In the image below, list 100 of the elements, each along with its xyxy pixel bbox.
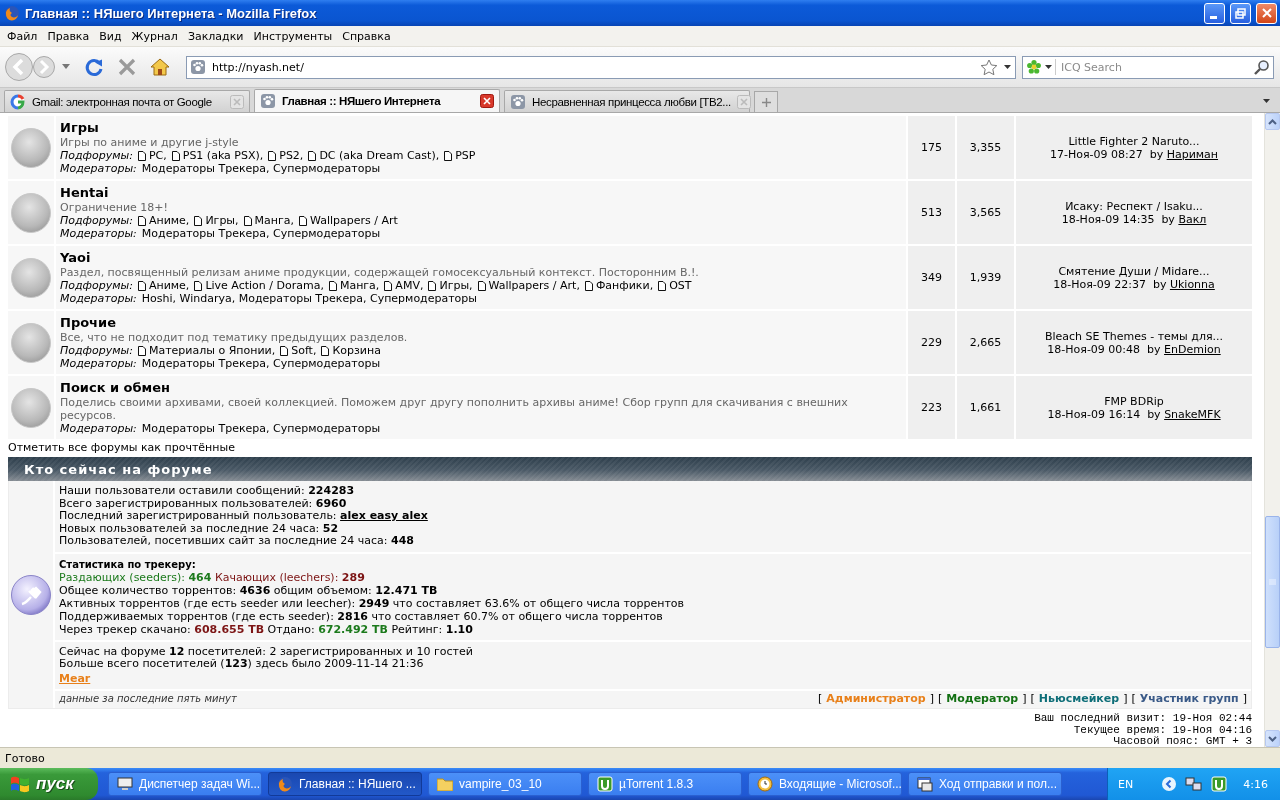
scroll-up-button[interactable] <box>1265 113 1280 130</box>
subforum-link[interactable]: Аниме, <box>137 279 190 292</box>
subforum-link[interactable]: PS2, <box>268 149 304 162</box>
moderators-text: Модераторы Трекера, Супермодераторы <box>141 357 381 370</box>
author-link[interactable]: Ukionna <box>1169 277 1215 291</box>
menu-item[interactable]: Файл <box>2 29 43 43</box>
address-field[interactable]: http://nyash.net/ <box>186 55 1016 79</box>
browser-tab[interactable]: Несравненная принцесса любви [TB2... <box>504 90 750 112</box>
bracket-text: ] <box>929 692 934 705</box>
history-dropdown[interactable] <box>62 64 70 70</box>
new-tab-button[interactable] <box>754 91 778 112</box>
home-button[interactable] <box>150 57 170 77</box>
author-link[interactable]: Вакл <box>1178 212 1207 226</box>
forum-title-link[interactable]: Hentai <box>60 185 902 201</box>
page-icon <box>137 215 146 226</box>
browser-tab[interactable]: Gmail: электронная почта от Google <box>4 90 250 112</box>
menu-item[interactable]: Правка <box>42 29 95 43</box>
author-link[interactable]: SnakeMFK <box>1164 407 1221 421</box>
page-icon <box>308 150 317 161</box>
subforum-link[interactable]: PS1 (aka PSX), <box>171 149 264 162</box>
forum-title-link[interactable]: Поиск и обмен <box>60 380 902 396</box>
search-field[interactable]: ICQ Search <box>1022 55 1274 79</box>
subforum-link[interactable]: Wallpapers / Art <box>299 214 398 227</box>
forum-title-link[interactable]: Прочие <box>60 315 902 331</box>
reload-button[interactable] <box>84 57 104 77</box>
close-icon <box>480 94 494 108</box>
window-title: Главная :: НЯшего Интернета - Mozilla Firefox <box>25 5 318 21</box>
maximize-button[interactable] <box>1230 2 1251 24</box>
last-post-title-link[interactable]: FMP BDRip <box>1104 394 1164 408</box>
chevron-icon <box>1161 776 1178 792</box>
author-link[interactable]: EnDemion <box>1164 342 1221 356</box>
posts-cell: 1,939 <box>957 246 1014 309</box>
taskbar-button[interactable]: Главная :: НЯшего ... <box>268 772 422 796</box>
network-icon <box>1185 776 1204 792</box>
mark-read-link[interactable]: Отметить все форумы как прочтённые <box>8 441 235 454</box>
subforum-link[interactable]: Live Action / Dorama, <box>194 279 324 292</box>
time-info-text: Ваш последний визит: 19-Ноя 02:44 <box>1034 713 1252 725</box>
subforum-link[interactable]: Wallpapers / Art, <box>477 279 580 292</box>
last-post-title-link[interactable]: Bleach SE Themes - темы для... <box>1044 329 1224 343</box>
subforum-link[interactable]: OST <box>658 279 692 292</box>
stop-button[interactable] <box>118 58 136 76</box>
last-post-title-link[interactable]: Исаку: Респект / Isaku... <box>1065 199 1203 213</box>
site-icon <box>190 59 206 75</box>
posts-cell: 1,661 <box>957 376 1014 439</box>
subforum-link[interactable]: Корзина <box>321 344 381 357</box>
minimize-button[interactable] <box>1204 2 1225 24</box>
subforum-link[interactable]: Soft, <box>280 344 317 357</box>
subforum-link[interactable]: PC, <box>137 149 167 162</box>
subforum-link[interactable]: DC (aka Dream Cast), <box>308 149 440 162</box>
browser-tab[interactable]: Главная :: НЯшего Интернета <box>254 89 500 112</box>
moderators-label: Модераторы: <box>60 422 137 435</box>
page-icon <box>444 150 453 161</box>
scroll-down-button[interactable] <box>1265 730 1280 747</box>
menu-item[interactable]: Журнал <box>126 29 183 43</box>
taskbar-button[interactable]: Диспетчер задач Wi... <box>108 772 262 796</box>
bracket-text: [ <box>817 692 823 705</box>
scroll-thumb[interactable] <box>1265 516 1280 648</box>
subforum-link[interactable]: Игры, <box>428 279 473 292</box>
firefox-icon <box>277 776 293 792</box>
last-post-title-link[interactable]: Little Fighter 2 Naruto... <box>1068 134 1200 148</box>
page-icon <box>137 150 146 161</box>
menu-item[interactable]: Закладки <box>182 29 249 43</box>
moderators-label: Модераторы: <box>60 292 137 305</box>
forum-title-link[interactable]: Yaoi <box>60 250 902 266</box>
subforum-link[interactable]: AMV, <box>384 279 424 292</box>
posts-cell: 3,565 <box>957 181 1014 244</box>
utorrent-icon <box>597 776 613 792</box>
subforum-link[interactable]: PSP <box>444 149 476 162</box>
taskbar-button[interactable]: vampire_03_10 <box>428 772 582 796</box>
section-header: Кто сейчас на форуме <box>8 457 1252 481</box>
subforum-link[interactable]: Фанфики, <box>584 279 654 292</box>
page-icon <box>584 280 593 291</box>
close-icon <box>1261 8 1272 18</box>
page-icon <box>137 345 146 356</box>
user-link[interactable]: alex easy alex <box>340 509 428 522</box>
subforum-link[interactable]: Манга, <box>328 279 380 292</box>
last-post-info: 18-Ноя-09 00:48 by EnDemion <box>1047 342 1221 356</box>
stat-line: Всего зарегистрированных пользователей: 6960 <box>59 497 348 510</box>
reload-icon <box>84 57 104 77</box>
close-button[interactable] <box>1256 2 1277 24</box>
forum-description: Раздел, посвященный релизам аниме продукции, содержащей гомосексуальный контекст. Посторонним В.!. <box>60 266 700 279</box>
utorrent-icon <box>1211 776 1228 792</box>
moderators-text: Модераторы Трекера, Супермодераторы <box>141 162 381 175</box>
forum-description: Все, что не подходит под тематику предыдущих разделов. <box>60 331 409 344</box>
minimize-icon <box>1209 15 1217 19</box>
taskbar-button[interactable]: Ход отправки и пол... <box>908 772 1062 796</box>
menu-item[interactable]: Справка <box>337 29 396 43</box>
menu-item[interactable]: Вид <box>94 29 127 43</box>
subforum-link[interactable]: Игры, <box>194 214 239 227</box>
author-link[interactable]: Нариман <box>1166 147 1219 161</box>
subforums-label: Подфорумы: <box>60 149 133 162</box>
moderators-text: Модераторы Трекера, Супермодераторы <box>141 422 381 435</box>
last-post-title-link[interactable]: Смятение Души / Midare... <box>1058 264 1210 278</box>
forum-title-link[interactable]: Игры <box>60 120 902 136</box>
subforum-link[interactable]: Материалы о Японии, <box>137 344 276 357</box>
moderators-label: Модераторы: <box>60 227 137 240</box>
menu-item[interactable]: Инструменты <box>248 29 338 43</box>
start-button[interactable]: пуск <box>0 768 98 800</box>
subforum-link[interactable]: Аниме, <box>137 214 190 227</box>
subforum-link[interactable]: Манга, <box>243 214 294 227</box>
